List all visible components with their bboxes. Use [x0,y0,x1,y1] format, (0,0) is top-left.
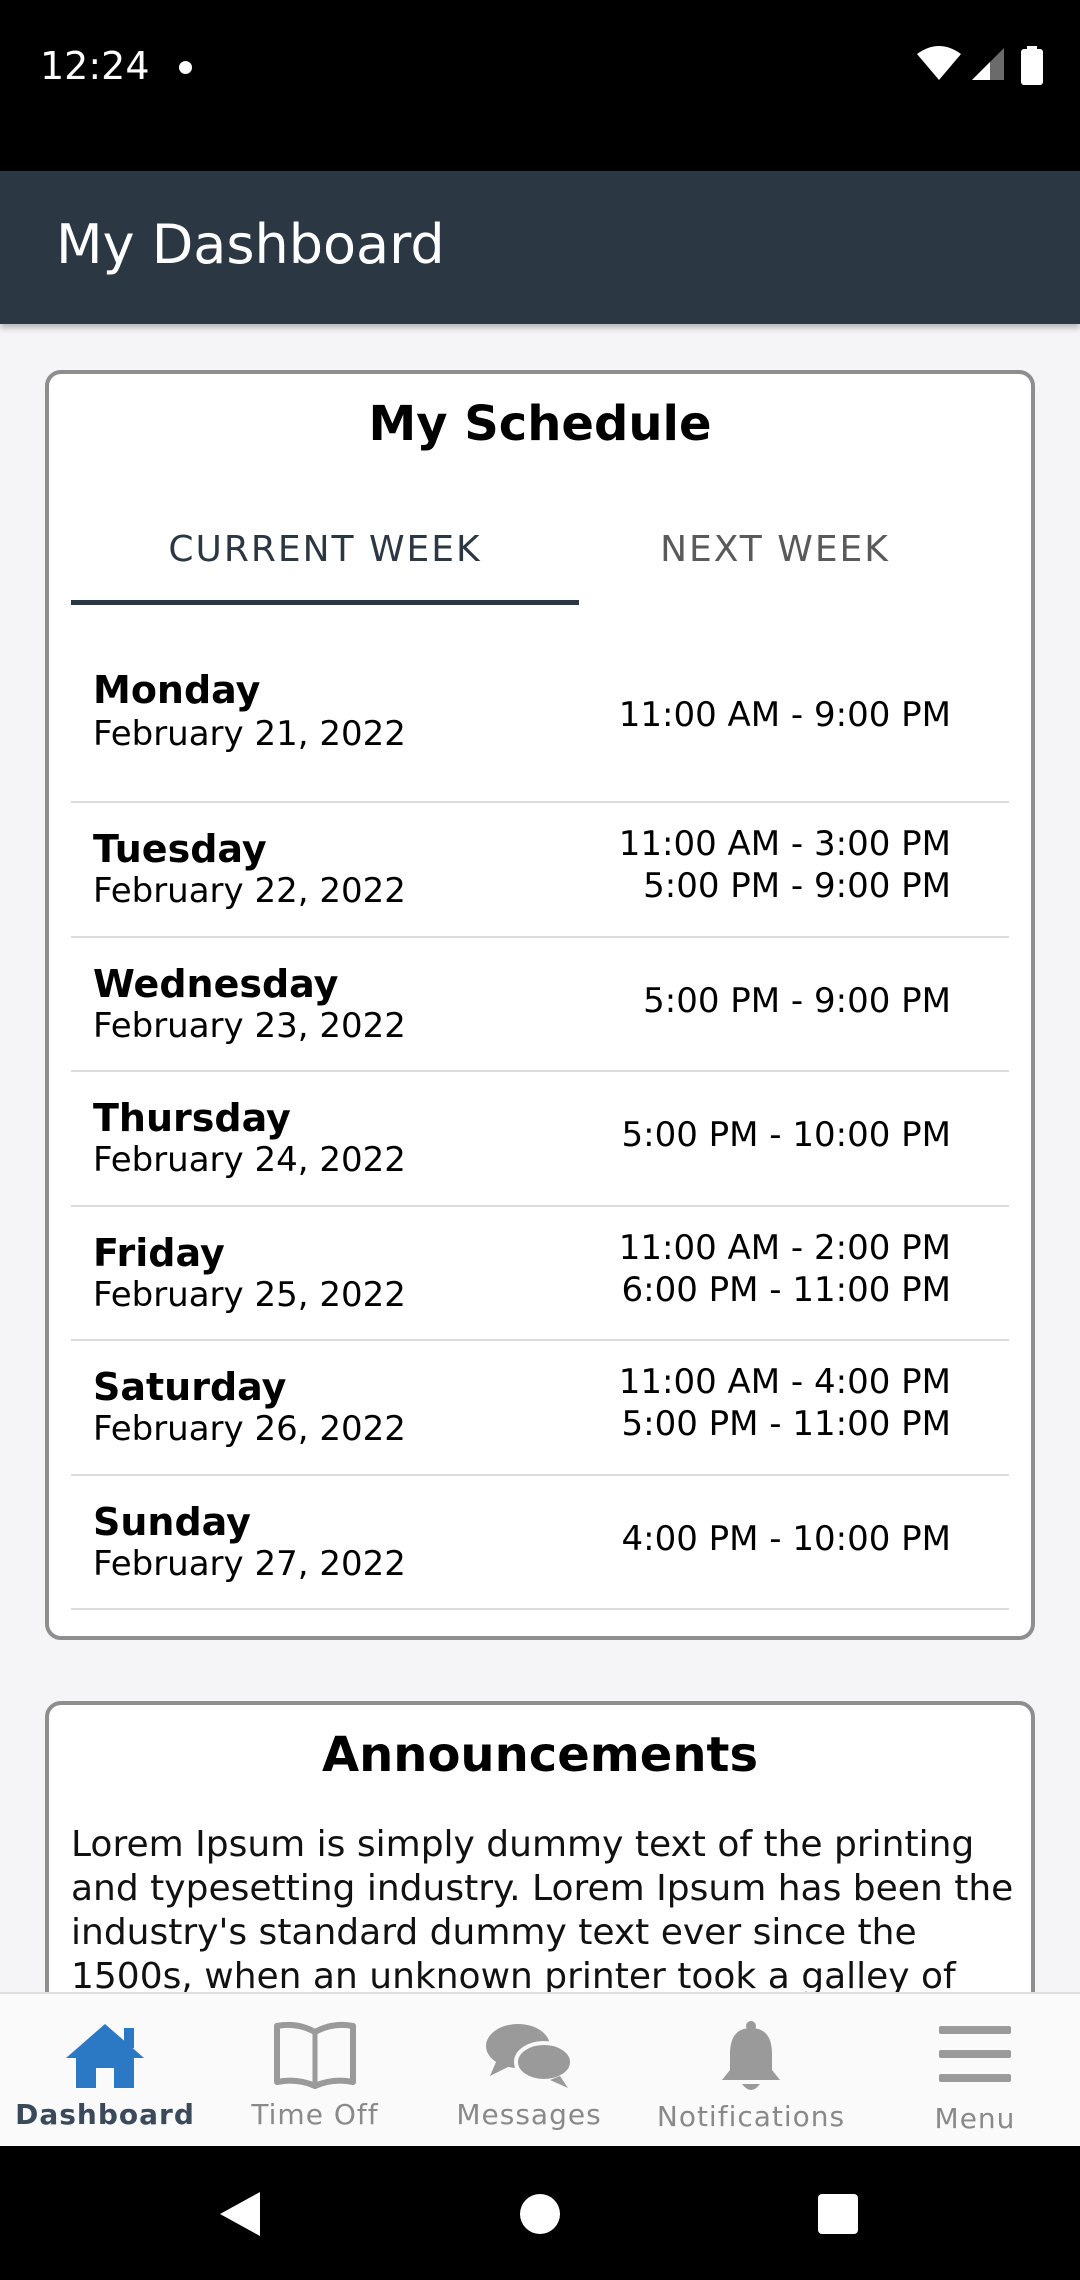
nav-label: Time Off [251,2098,379,2131]
shift-time: 6:00 PM - 11:00 PM [621,1269,951,1310]
announcement-text: Lorem Ipsum is simply dummy text of the … [71,1824,1014,1992]
nav-dashboard[interactable]: Dashboard [0,1994,210,2148]
shift-time: 5:00 PM - 9:00 PM [643,980,951,1021]
nav-label: Notifications [656,2100,846,2133]
notification-dot-icon [179,61,192,74]
bell-icon [716,2020,786,2101]
status-bar: 12:24 [0,0,1080,171]
hamburger-menu-icon [937,2020,1013,2095]
nav-menu[interactable]: Menu [870,1994,1080,2148]
battery-icon [1021,46,1043,85]
page-title: My Dashboard [56,213,445,276]
system-navigation-bar [0,2146,1080,2280]
schedule-tabs: CURRENT WEEK NEXT WEEK [71,520,1009,608]
schedule-row-sunday[interactable]: Sunday February 27, 2022 4:00 PM - 10:00… [71,1476,1009,1610]
announcements-title: Announcements [321,1727,759,1783]
tab-indicator [71,600,579,605]
shift-times: 5:00 PM - 10:00 PM [621,1114,951,1156]
shift-times: 11:00 AM - 4:00 PM 5:00 PM - 11:00 PM [619,1361,951,1445]
shift-time: 4:00 PM - 10:00 PM [621,1518,951,1559]
day-date: February 27, 2022 [93,1543,406,1584]
schedule-title: My Schedule [368,396,712,452]
home-circle-icon[interactable] [520,2190,560,2243]
shift-times: 5:00 PM - 9:00 PM [643,980,951,1022]
nav-time-off[interactable]: Time Off [210,1994,420,2148]
shift-time: 11:00 AM - 4:00 PM [618,1362,951,1402]
day-date: February 22, 2022 [93,871,406,911]
day-name: Friday [93,1230,225,1275]
schedule-row-friday[interactable]: Friday February 25, 2022 11:00 AM - 2:00… [71,1207,1009,1341]
shift-times: 11:00 AM - 2:00 PM 6:00 PM - 11:00 PM [619,1227,951,1311]
shift-time: 5:00 PM - 10:00 PM [621,1115,951,1155]
day-name: Thursday [93,1096,291,1140]
book-icon [272,2020,358,2095]
shift-time: 11:00 AM - 9:00 PM [618,695,951,735]
day-date: February 23, 2022 [93,1005,406,1046]
announcements-card: Announcements Lorem Ipsum is simply dumm… [45,1701,1035,1992]
schedule-card: My Schedule CURRENT WEEK NEXT WEEK Monda… [45,370,1035,1640]
nav-label: Menu [934,2102,1016,2135]
cell-signal-icon [971,48,1004,80]
tab-current-week[interactable]: CURRENT WEEK [71,520,579,608]
wifi-icon [917,46,962,80]
day-name: Wednesday [93,961,339,1006]
chat-bubbles-icon [484,2020,574,2095]
day-date: February 26, 2022 [93,1409,406,1449]
bottom-navigation: Dashboard Time Off Messages Notification… [0,1992,1080,2146]
nav-notifications[interactable]: Notifications [646,1994,856,2148]
shift-times: 11:00 AM - 3:00 PM 5:00 PM - 9:00 PM [619,823,951,907]
day-name: Monday [93,668,261,712]
shift-time: 11:00 AM - 2:00 PM [618,1227,951,1268]
back-icon[interactable] [218,2190,262,2243]
nav-label: Dashboard [15,2098,195,2131]
schedule-row-monday[interactable]: Monday February 21, 2022 11:00 AM - 9:00… [71,668,1009,803]
nav-messages[interactable]: Messages [424,1994,634,2148]
schedule-row-tuesday[interactable]: Tuesday February 22, 2022 11:00 AM - 3:0… [71,803,1009,938]
shift-time: 5:00 PM - 11:00 PM [621,1404,951,1444]
main-content[interactable]: My Schedule CURRENT WEEK NEXT WEEK Monda… [0,324,1080,1992]
schedule-list: Monday February 21, 2022 11:00 AM - 9:00… [71,668,1009,1610]
recents-icon[interactable] [817,2190,859,2243]
phone-screen: 12:24 My Dashboard My Schedule CURRENT W… [0,0,1080,2280]
tab-next-week[interactable]: NEXT WEEK [541,520,1009,608]
day-name: Sunday [93,1499,251,1544]
day-date: February 21, 2022 [93,714,406,754]
shift-time: 11:00 AM - 3:00 PM [618,824,951,864]
day-name: Saturday [93,1365,287,1409]
home-icon [62,2020,148,2095]
schedule-row-wednesday[interactable]: Wednesday February 23, 2022 5:00 PM - 9:… [71,938,1009,1072]
nav-label: Messages [456,2098,602,2131]
app-bar: My Dashboard [0,171,1080,324]
status-time: 12:24 [40,44,150,88]
shift-times: 11:00 AM - 9:00 PM [619,694,951,736]
day-name: Tuesday [93,827,267,871]
schedule-row-saturday[interactable]: Saturday February 26, 2022 11:00 AM - 4:… [71,1341,1009,1476]
status-icons [917,46,1044,86]
shift-times: 4:00 PM - 10:00 PM [621,1518,951,1560]
day-date: February 25, 2022 [93,1274,406,1315]
schedule-row-thursday[interactable]: Thursday February 24, 2022 5:00 PM - 10:… [71,1072,1009,1207]
day-date: February 24, 2022 [93,1140,406,1180]
shift-time: 5:00 PM - 9:00 PM [643,866,951,906]
